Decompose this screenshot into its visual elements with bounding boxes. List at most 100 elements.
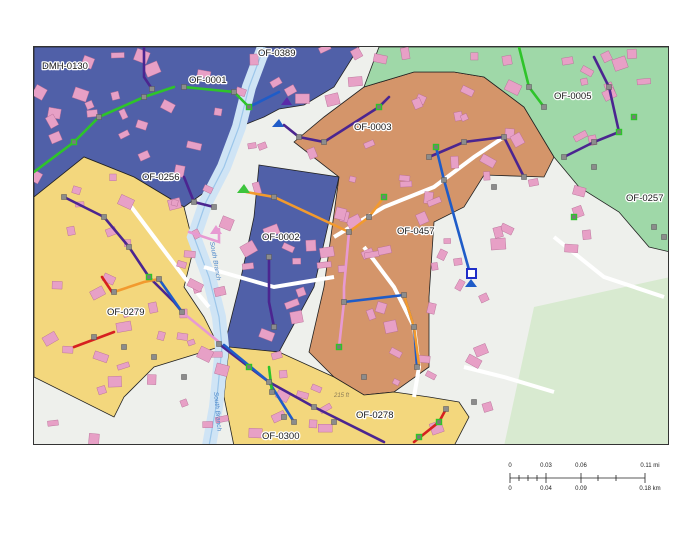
drainage-structure[interactable] <box>441 177 447 183</box>
building <box>107 375 122 388</box>
drainage-structure[interactable] <box>311 404 317 410</box>
drainage-structure[interactable] <box>296 134 302 140</box>
drainage-structure[interactable] <box>216 341 222 347</box>
building <box>443 238 451 244</box>
scale-mi-3: 0.11 mi <box>640 463 659 469</box>
scale-km-2: 0.09 <box>575 486 587 492</box>
drainage-structure[interactable] <box>145 273 153 281</box>
building <box>295 93 310 104</box>
drainage-structure[interactable] <box>346 229 352 235</box>
drainage-structure[interactable] <box>70 138 78 146</box>
drainage-structure[interactable] <box>541 104 547 110</box>
drainage-structure[interactable] <box>245 103 253 111</box>
drainage-structure[interactable] <box>291 419 297 425</box>
drainage-structure[interactable] <box>156 276 162 282</box>
label-of-0003[interactable]: OF-0003 <box>353 121 393 135</box>
drainage-structure[interactable] <box>615 128 623 136</box>
drainage-structure[interactable] <box>435 418 443 426</box>
drainage-structure[interactable] <box>521 174 527 180</box>
map-frame[interactable]: South Branch South Branch 215 ft DMH-013… <box>33 46 669 445</box>
building <box>490 237 507 251</box>
drainage-structure[interactable] <box>491 184 497 190</box>
drainage-structure[interactable] <box>341 299 347 305</box>
drainage-structure[interactable] <box>181 84 187 90</box>
drainage-structure[interactable] <box>375 103 383 111</box>
outfall-structure-blue[interactable] <box>466 268 477 279</box>
drainage-structure[interactable] <box>401 292 407 298</box>
scale-mi-2: 0.06 <box>575 463 587 469</box>
drainage-structure[interactable] <box>61 194 67 200</box>
drainage-structure[interactable] <box>141 94 147 100</box>
drainage-structure[interactable] <box>211 204 217 210</box>
drainage-structure[interactable] <box>526 84 532 90</box>
label-of-0279[interactable]: OF-0279 <box>106 306 146 320</box>
label-of-0457[interactable]: OF-0457 <box>396 225 436 239</box>
drainage-structure[interactable] <box>591 164 597 170</box>
drainage-structure[interactable] <box>179 309 185 315</box>
building <box>248 427 263 439</box>
drainage-structure[interactable] <box>149 86 155 92</box>
label-of-0005[interactable]: OF-0005 <box>553 90 593 104</box>
building <box>247 142 257 150</box>
label-of-0389[interactable]: OF-0389 <box>257 47 297 60</box>
drainage-structure[interactable] <box>570 213 578 221</box>
building <box>581 229 592 240</box>
drainage-structure[interactable] <box>561 154 567 160</box>
label-of-0256[interactable]: OF-0256 <box>141 171 181 185</box>
drainage-structure[interactable] <box>591 139 597 145</box>
drainage-structure[interactable] <box>501 134 507 140</box>
street-label: 215 ft <box>333 393 349 399</box>
building <box>51 280 63 290</box>
drainage-structure[interactable] <box>630 113 638 121</box>
drainage-structure[interactable] <box>271 194 277 200</box>
drainage-structure[interactable] <box>191 199 197 205</box>
drainage-structure[interactable] <box>245 363 253 371</box>
label-of-0300[interactable]: OF-0300 <box>261 430 301 444</box>
drainage-structure[interactable] <box>661 234 667 240</box>
drainage-structure[interactable] <box>411 324 417 330</box>
drainage-structure[interactable] <box>461 139 467 145</box>
drainage-structure[interactable] <box>121 344 127 350</box>
drainage-structure[interactable] <box>331 419 337 425</box>
drainage-structure[interactable] <box>380 193 388 201</box>
building <box>170 198 179 207</box>
drainage-structure[interactable] <box>366 214 372 220</box>
label-of-0002[interactable]: OF-0002 <box>261 231 301 245</box>
drainage-structure[interactable] <box>335 343 343 351</box>
building <box>399 180 413 188</box>
drainage-structure[interactable] <box>231 89 237 95</box>
drainage-structure[interactable] <box>426 154 432 160</box>
label-dmh-0130[interactable]: DMH-0130 <box>41 60 90 74</box>
drainage-structure[interactable] <box>126 244 132 250</box>
drainage-structure[interactable] <box>151 354 157 360</box>
drainage-structure[interactable] <box>266 379 272 385</box>
drainage-structure[interactable] <box>606 84 612 90</box>
drainage-structure[interactable] <box>91 334 97 340</box>
drainage-structure[interactable] <box>96 114 102 120</box>
drainage-structure[interactable] <box>414 364 420 370</box>
drainage-structure[interactable] <box>471 399 477 405</box>
drainage-structure[interactable] <box>111 289 117 295</box>
drainage-structure[interactable] <box>266 254 272 260</box>
drainage-structure[interactable] <box>443 406 449 412</box>
label-of-0001[interactable]: OF-0001 <box>188 74 228 88</box>
building <box>318 424 333 433</box>
building <box>430 262 439 271</box>
drainage-structure[interactable] <box>271 324 277 330</box>
drainage-structure[interactable] <box>181 374 187 380</box>
drainage-structure[interactable] <box>281 414 287 420</box>
drainage-structure[interactable] <box>415 433 423 441</box>
building <box>202 421 213 429</box>
label-of-0257[interactable]: OF-0257 <box>625 192 665 206</box>
drainage-structure[interactable] <box>321 139 327 145</box>
building <box>183 250 196 259</box>
map-canvas[interactable]: South Branch South Branch 215 ft DMH-013… <box>34 47 669 445</box>
drainage-structure[interactable] <box>432 143 440 151</box>
drainage-structure[interactable] <box>269 389 275 395</box>
drainage-structure[interactable] <box>361 374 367 380</box>
drainage-structure[interactable] <box>101 214 107 220</box>
drainage-structure[interactable] <box>651 224 657 230</box>
building <box>110 90 121 101</box>
scale-km-0: 0 <box>508 486 512 492</box>
label-of-0278[interactable]: OF-0278 <box>355 409 395 423</box>
